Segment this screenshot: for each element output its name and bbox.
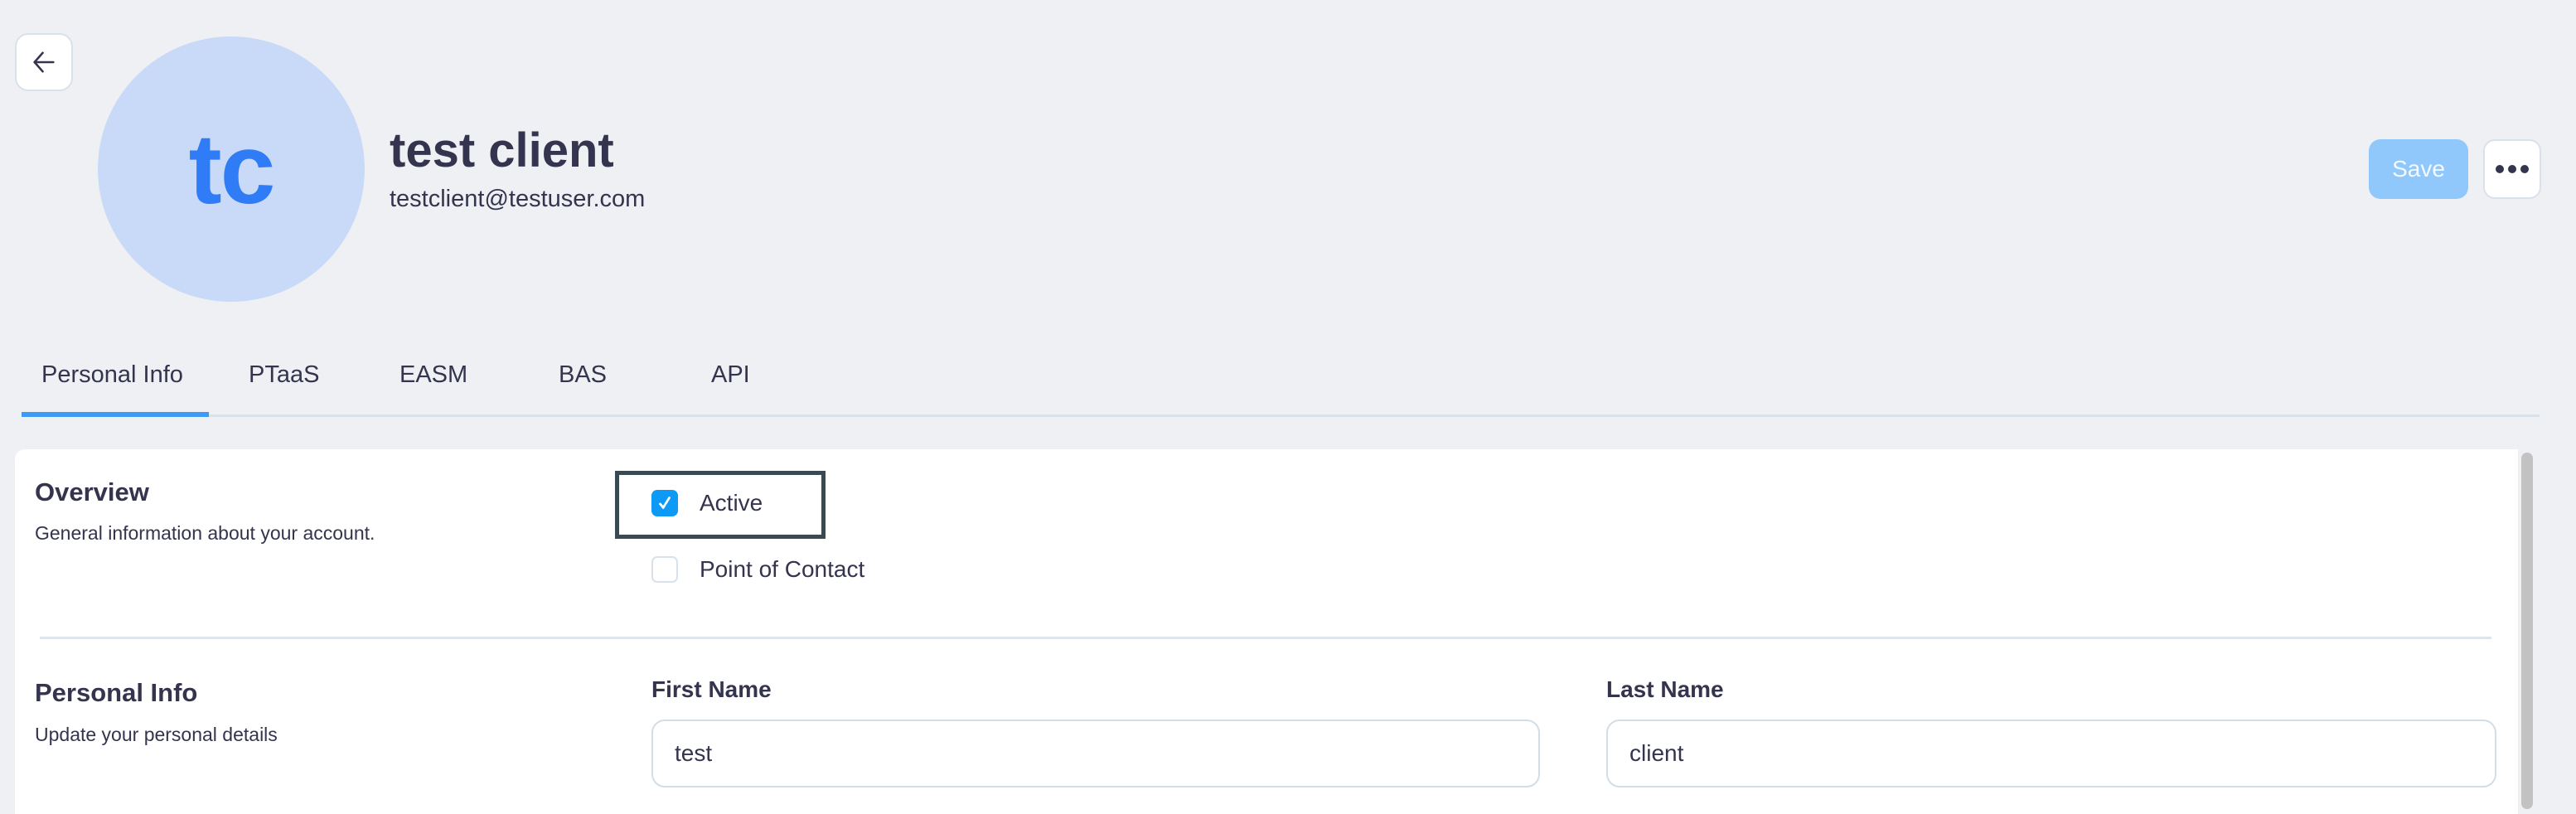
- checkbox-unchecked-icon: [651, 556, 678, 583]
- back-button[interactable]: [15, 33, 73, 91]
- section-divider: [40, 637, 2491, 639]
- tab-personal-info[interactable]: Personal Info: [41, 361, 183, 389]
- last-name-input[interactable]: [1606, 720, 2496, 787]
- overview-description: General information about your account.: [35, 522, 375, 544]
- save-button[interactable]: Save: [2369, 139, 2468, 199]
- more-options-button[interactable]: [2483, 139, 2541, 199]
- arrow-left-icon: [33, 51, 55, 73]
- user-name: test client: [390, 124, 614, 177]
- tab-bas[interactable]: BAS: [559, 361, 607, 389]
- personal-info-description: Update your personal details: [35, 724, 278, 745]
- active-label: Active: [700, 490, 763, 516]
- personal-info-title: Personal Info: [35, 678, 198, 707]
- more-horizontal-icon: [2496, 165, 2529, 173]
- overview-title: Overview: [35, 477, 149, 506]
- scrollbar[interactable]: [2521, 453, 2533, 809]
- active-checkbox[interactable]: Active: [651, 490, 763, 516]
- active-tab-indicator: [22, 412, 209, 417]
- tab-bar: Personal Info PTaaS EASM BAS API: [22, 340, 2540, 417]
- last-name-label: Last Name: [1606, 676, 1724, 702]
- tab-easm[interactable]: EASM: [399, 361, 467, 389]
- avatar: tc: [98, 36, 365, 302]
- checkbox-checked-icon: [651, 490, 678, 516]
- point-of-contact-checkbox[interactable]: Point of Contact: [651, 556, 864, 583]
- tab-api[interactable]: API: [711, 361, 750, 389]
- first-name-label: First Name: [651, 676, 772, 702]
- tab-ptaas[interactable]: PTaaS: [249, 361, 319, 389]
- point-of-contact-label: Point of Contact: [700, 556, 865, 582]
- user-email: testclient@testuser.com: [390, 186, 646, 212]
- avatar-initials: tc: [188, 114, 276, 225]
- first-name-input[interactable]: [651, 720, 1540, 787]
